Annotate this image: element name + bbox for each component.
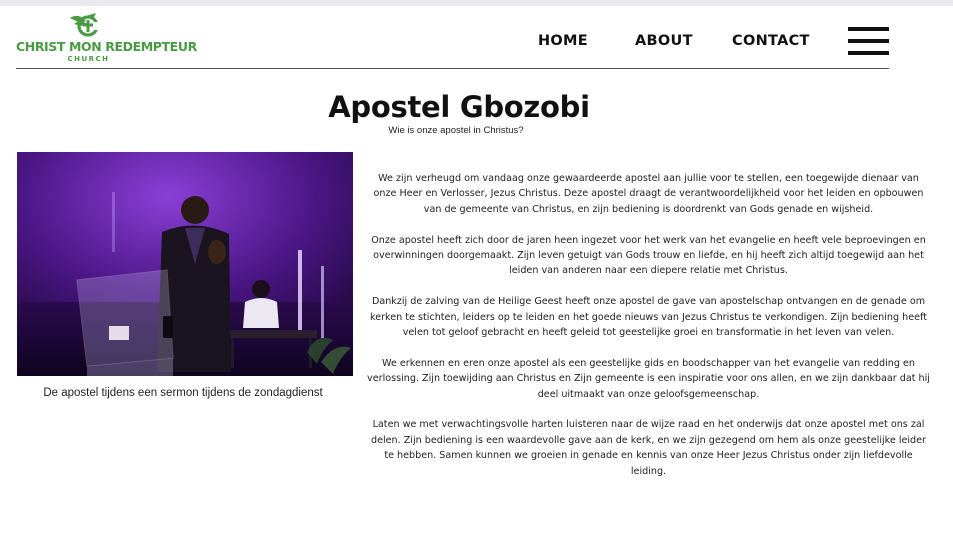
hamburger-bar	[848, 27, 889, 31]
hamburger-bar	[848, 51, 889, 55]
nav-about-link[interactable]: ABOUT	[635, 33, 693, 49]
apostle-photo	[17, 152, 353, 376]
photo-caption: De apostel tijdens een sermon tijdens de…	[43, 387, 323, 399]
nav-contact-link[interactable]: CONTACT	[732, 33, 810, 49]
logo-subtitle: CHURCH	[67, 55, 110, 63]
sermon-scene-image	[17, 152, 353, 376]
main-nav: HOME ABOUT CONTACT	[0, 33, 953, 53]
bio-paragraph: Dankzij de zalving van de Heilige Geest …	[370, 296, 927, 339]
bio-paragraph: We zijn verheugd om vandaag onze gewaard…	[373, 173, 924, 215]
hamburger-bar	[848, 39, 889, 43]
hamburger-menu-icon[interactable]	[848, 27, 889, 57]
header-divider	[16, 68, 889, 69]
bio-paragraph: Onze apostel heeft zich door de jaren he…	[371, 234, 926, 277]
top-strip	[0, 0, 953, 6]
page-title: Apostel Gbozobi	[328, 90, 590, 124]
bio-paragraph: Laten we met verwachtingsvolle harten lu…	[370, 419, 926, 477]
bio-paragraph: We erkennen en eren onze apostel als een…	[367, 357, 930, 400]
apostle-biography: We zijn verheugd om vandaag onze gewaard…	[366, 171, 931, 494]
page-subtitle: Wie is onze apostel in Christus?	[388, 125, 524, 136]
nav-home-link[interactable]: HOME	[538, 33, 588, 49]
